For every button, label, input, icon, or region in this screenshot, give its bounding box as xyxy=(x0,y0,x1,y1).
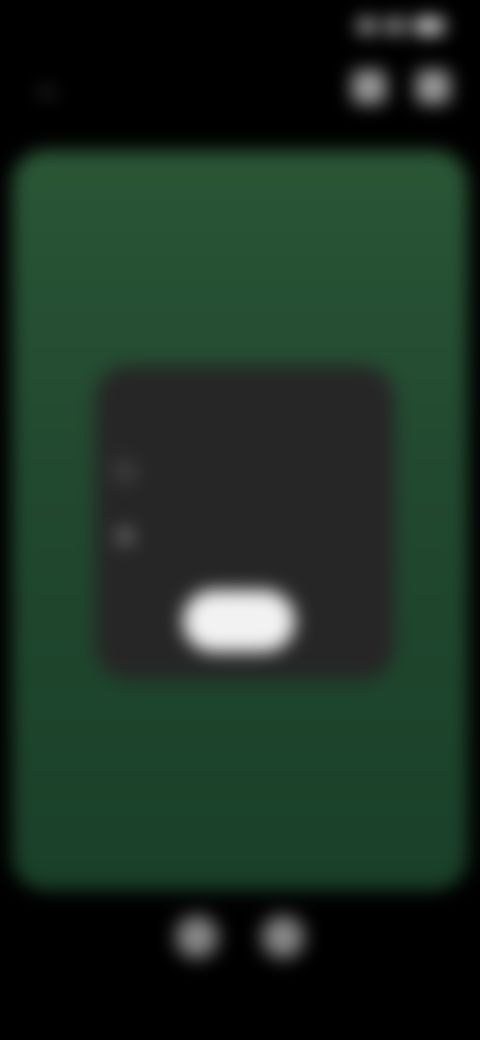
bottom-controls: ● ● xyxy=(0,915,480,985)
ok-button[interactable] xyxy=(183,590,295,652)
status-bar xyxy=(0,0,480,56)
status-icons xyxy=(358,18,444,34)
signal-icon xyxy=(358,19,376,33)
dialog-row: ⓘ xyxy=(113,461,377,485)
blurred-layer: ← ⓘ ⚙ ● ● xyxy=(0,0,480,1040)
wifi-icon xyxy=(386,19,404,33)
app-actions xyxy=(352,70,450,104)
settings-icon: ⚙ xyxy=(115,524,135,549)
dialog-row: ⚙ xyxy=(113,525,377,549)
left-control-icon[interactable]: ● xyxy=(175,915,219,959)
right-control-icon[interactable]: ● xyxy=(261,915,305,959)
action-icon-2[interactable] xyxy=(416,70,450,104)
action-icon-1[interactable] xyxy=(352,70,386,104)
battery-icon xyxy=(414,18,444,34)
dialog: ⓘ ⚙ xyxy=(95,365,395,680)
phone-screen: ← ⓘ ⚙ ● ● xyxy=(0,0,480,1040)
back-arrow-icon[interactable]: ← xyxy=(34,74,62,102)
app-bar: ← xyxy=(0,56,480,128)
info-icon: ⓘ xyxy=(113,460,136,485)
